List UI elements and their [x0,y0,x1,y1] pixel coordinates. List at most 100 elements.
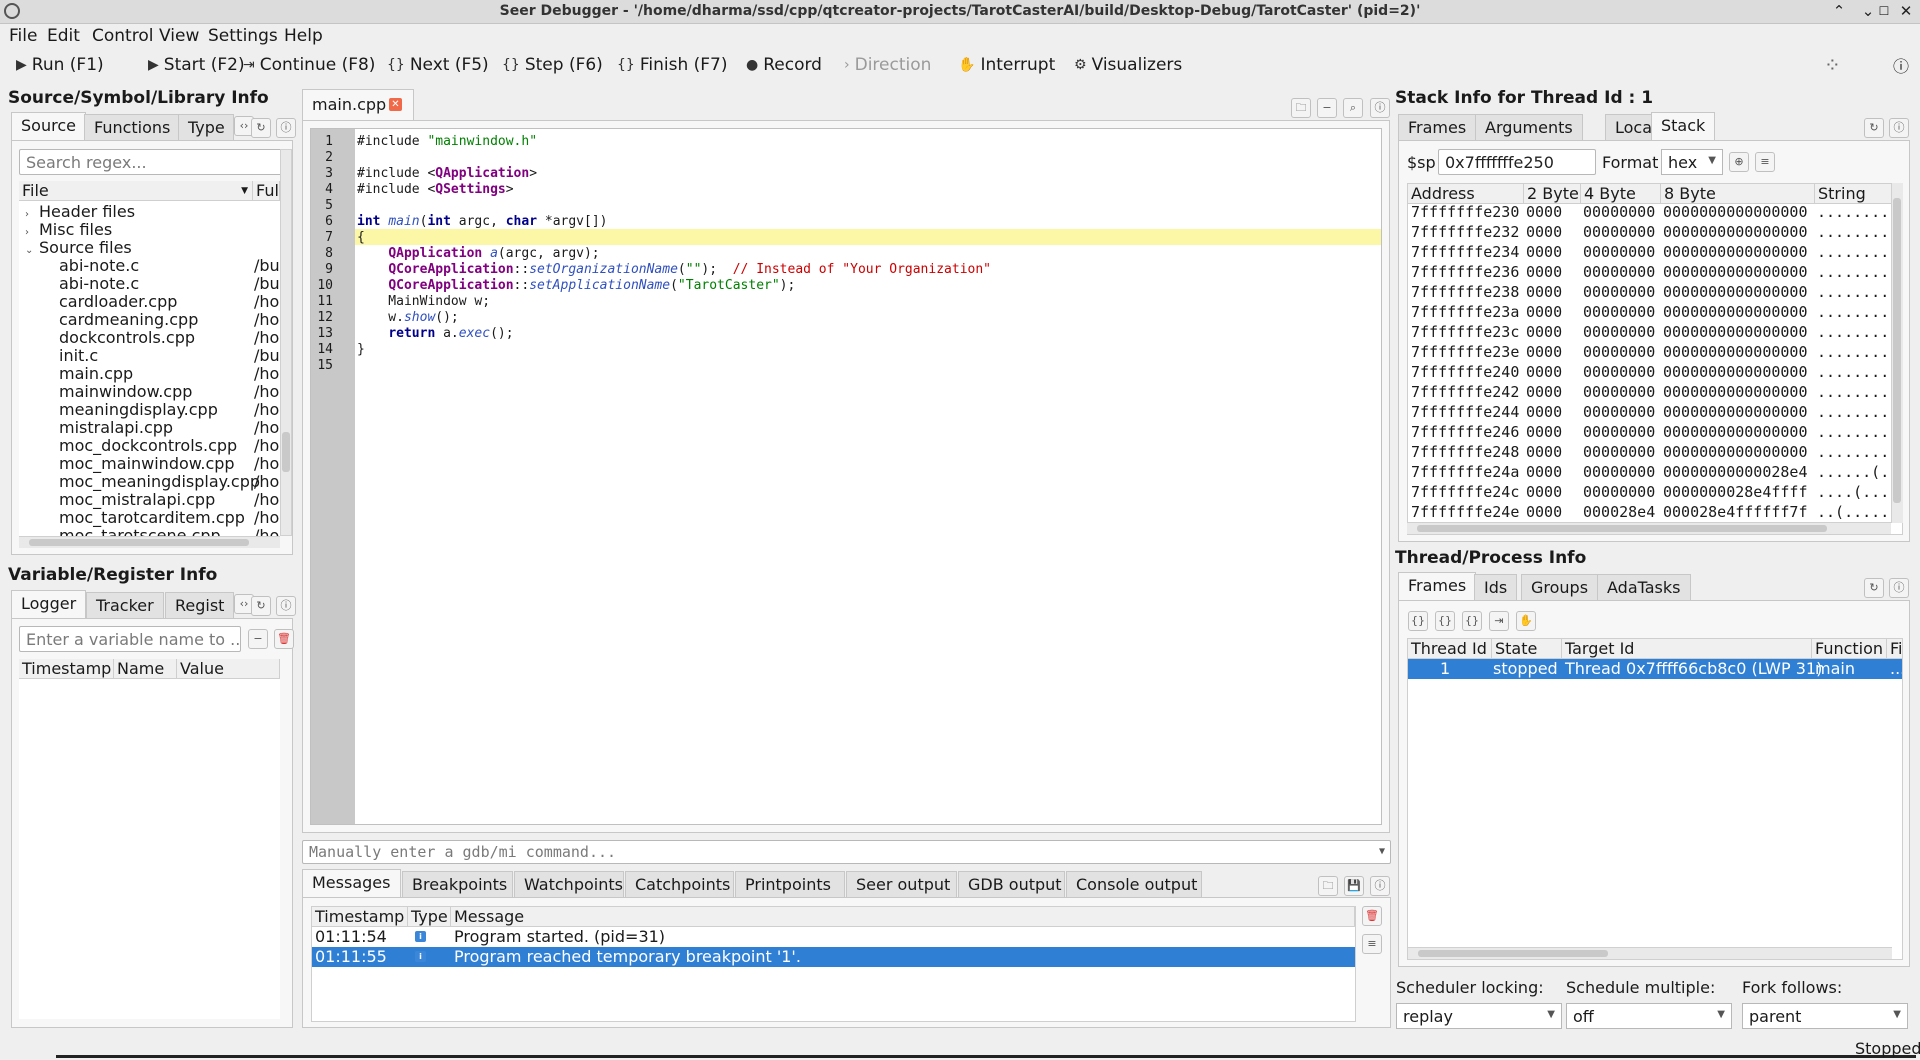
tab-frames[interactable]: Frames [1398,114,1477,140]
two-byte-column-header[interactable]: 2 Byte [1524,184,1581,204]
code-editor[interactable]: 1 2 3 4 5 6 7 8 9 10 11 12 13 14 15 #include "mainwind… [310,128,1382,825]
finish-button[interactable]: {} Finish (F7) [617,53,727,77]
stack-row[interactable]: 7fffffffe242 0000 00000000 0000000000000000… [1408,382,1891,402]
open-file-icon[interactable]: 🗀 [1291,98,1311,118]
refresh-icon[interactable]: ↻ [1864,118,1884,138]
menu-icon[interactable]: ≡ [1755,152,1775,172]
gdb-command-input[interactable]: Manually enter a gdb/mi command... ▼ [302,840,1391,864]
file-column-header[interactable]: File [1887,639,1902,659]
file-list-item[interactable]: moc_dockcontrols.cpp [59,436,237,455]
eight-byte-column-header[interactable]: 8 Byte [1661,184,1815,204]
file-list-item[interactable]: cardloader.cpp [59,292,177,311]
stack-row[interactable]: 7fffffffe246 0000 00000000 0000000000000000… [1408,422,1891,442]
tab-gdb-output[interactable]: GDB output [958,871,1065,897]
tab-catchpoints[interactable]: Catchpoints [625,871,734,897]
menu-icon[interactable]: ≡ [1362,934,1382,954]
continue-button[interactable]: ⇥ Continue (F8) [243,53,375,77]
stack-row[interactable]: 7fffffffe23e 0000 00000000 0000000000000000… [1408,342,1891,362]
stack-row[interactable]: 7fffffffe236 0000 00000000 0000000000000000… [1408,262,1891,282]
tab-printpoints[interactable]: Printpoints [735,871,845,897]
file-list-item[interactable]: main.cpp [59,364,133,383]
direction-button[interactable]: › Direction [844,53,931,77]
stack-row[interactable]: 7fffffffe248 0000 00000000 0000000000000000… [1408,442,1891,462]
trash-icon[interactable]: 🗑 [1362,906,1382,926]
value-column-header[interactable]: Value [177,659,280,679]
message-row[interactable]: 01:11:55 i Program reached temporary break… [312,947,1355,967]
stack-row[interactable]: 7fffffffe24a 0000 00000000 00000000000028e4… [1408,462,1891,482]
file-list-item[interactable]: abi-note.c [59,274,139,293]
remove-icon[interactable]: − [248,629,268,649]
next-thread-icon[interactable]: {} [1408,611,1428,631]
info-icon[interactable]: ⓘ [1889,118,1909,138]
menu-help[interactable]: Help [284,26,323,46]
menu-file[interactable]: File [9,26,37,46]
chevron-down-icon[interactable]: ▼ [1379,846,1385,857]
stack-row[interactable]: 7fffffffe240 0000 00000000 0000000000000000… [1408,362,1891,382]
interrupt-button[interactable]: ✋ Interrupt [958,53,1055,77]
tree-group-source-files[interactable]: ⌄ Source files [25,238,132,257]
file-list-item[interactable]: abi-note.c [59,256,139,275]
address-column-header[interactable]: Address [1408,184,1524,204]
name-column-header[interactable]: Name [114,659,177,679]
tree-group-header-files[interactable]: › Header files [25,202,135,221]
stack-row[interactable]: 7fffffffe230 0000 00000000 0000000000000000… [1408,202,1891,222]
tab-console-output[interactable]: Console output [1066,871,1202,897]
stack-row[interactable]: 7fffffffe23c 0000 00000000 0000000000000000… [1408,322,1891,342]
state-column-header[interactable]: State [1492,639,1562,659]
next-button[interactable]: {} Next (F5) [387,53,489,77]
tab-main-cpp[interactable]: main.cpp ✕ [302,89,414,121]
search-icon[interactable]: ⌕ [1343,98,1363,118]
source-vertical-scrollbar[interactable] [280,149,292,536]
finish-thread-icon[interactable]: {} [1462,611,1482,631]
tab-groups[interactable]: Groups [1521,574,1599,600]
variable-name-input[interactable]: Enter a variable name to ... [19,626,241,652]
record-button[interactable]: ● Record [746,53,822,77]
info-icon[interactable]: ⓘ [1370,876,1390,896]
info-icon[interactable]: ⓘ [276,596,296,616]
line-number[interactable]: 7 [311,230,333,245]
open-file-icon[interactable]: 🗀 [1318,876,1338,896]
trash-icon[interactable]: 🗑 [274,629,294,649]
info-icon[interactable]: ⓘ [1370,98,1390,118]
tab-logger[interactable]: Logger [11,590,87,618]
tab-source[interactable]: Source [11,112,86,140]
tab-ids[interactable]: Ids [1474,574,1518,600]
step-button[interactable]: {} Step (F6) [502,53,603,77]
stack-row[interactable]: 7fffffffe234 0000 00000000 0000000000000000… [1408,242,1891,262]
menu-control[interactable]: Control [92,26,153,46]
line-number[interactable]: 13 [311,326,333,341]
file-list-item[interactable]: moc_tarotscene.cpp [59,526,221,536]
scheduler-locking-select[interactable]: replay ▼ [1396,1003,1562,1029]
file-list-item[interactable]: mistralapi.cpp [59,418,173,437]
line-number[interactable]: 3 [311,166,333,181]
step-thread-icon[interactable]: {} [1435,611,1455,631]
interrupt-thread-icon[interactable]: ✋ [1516,611,1536,631]
stack-row[interactable]: 7fffffffe24e 0000 000028e4 000028e4ffffff7f… [1408,502,1891,522]
file-list-item[interactable]: moc_mistralapi.cpp [59,490,215,509]
visualizers-button[interactable]: ⚙ Visualizers [1074,53,1182,77]
menu-edit[interactable]: Edit [47,26,80,46]
maximize-icon[interactable]: ☐ [1874,1,1894,21]
close-icon[interactable]: ✕ [1896,1,1916,21]
line-number[interactable]: 14 [311,342,333,357]
line-number[interactable]: 15 [311,358,333,373]
four-byte-column-header[interactable]: 4 Byte [1581,184,1661,204]
tab-registers[interactable]: Regist [165,592,234,618]
tab-types[interactable]: Type [178,114,234,140]
thread-id-column-header[interactable]: Thread Id [1408,639,1492,659]
line-number[interactable]: 4 [311,182,333,197]
stack-vertical-scrollbar[interactable] [1891,183,1903,523]
line-number[interactable]: 9 [311,262,333,277]
tab-arguments[interactable]: Arguments [1475,114,1583,140]
message-row[interactable]: 01:11:54 i Program started. (pid=31) [312,927,1355,947]
collapse-icon[interactable]: − [1317,98,1337,118]
tab-thread-frames[interactable]: Frames [1398,572,1477,600]
stack-row[interactable]: 7fffffffe238 0000 00000000 0000000000000000… [1408,282,1891,302]
message-column-header[interactable]: Message [451,907,1355,927]
type-column-header[interactable]: Type [408,907,451,927]
menu-settings[interactable]: Settings [208,26,278,46]
source-horizontal-scrollbar[interactable] [19,536,280,548]
stack-horizontal-scrollbar[interactable] [1407,522,1891,534]
start-button[interactable]: ▶ Start (F2) [148,53,245,77]
timestamp-column-header[interactable]: Timestamp [19,659,114,679]
